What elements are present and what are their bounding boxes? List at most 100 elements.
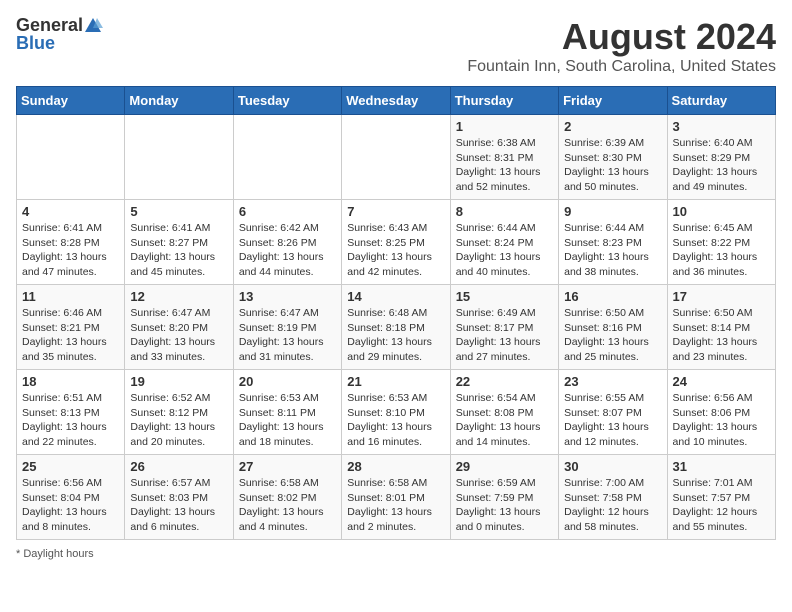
- logo-blue-text: Blue: [16, 34, 55, 52]
- calendar-cell: 31Sunrise: 7:01 AM Sunset: 7:57 PM Dayli…: [667, 455, 775, 540]
- calendar-cell: [342, 115, 450, 200]
- day-info: Sunrise: 6:51 AM Sunset: 8:13 PM Dayligh…: [22, 391, 119, 450]
- day-number: 20: [239, 374, 336, 389]
- day-info: Sunrise: 6:58 AM Sunset: 8:02 PM Dayligh…: [239, 476, 336, 535]
- calendar-cell: 13 Sunrise: 6:47 AM Sunset: 8:19 PM Dayli…: [233, 285, 341, 370]
- day-info: Sunrise: 6:41 AM Sunset: 8:27 PM Dayligh…: [130, 221, 227, 280]
- col-header-monday: Monday: [125, 87, 233, 115]
- calendar-cell: 17 Sunrise: 6:50 AM Sunset: 8:14 PM Dayli…: [667, 285, 775, 370]
- day-number: 21: [347, 374, 444, 389]
- calendar-cell: 28Sunrise: 6:58 AM Sunset: 8:01 PM Dayli…: [342, 455, 450, 540]
- day-info: Sunrise: 6:39 AM Sunset: 8:30 PM Dayligh…: [564, 136, 661, 195]
- day-number: 18: [22, 374, 119, 389]
- day-number: 25: [22, 459, 119, 474]
- day-number: 5: [130, 204, 227, 219]
- calendar-cell: 25Sunrise: 6:56 AM Sunset: 8:04 PM Dayli…: [17, 455, 125, 540]
- day-number: 19: [130, 374, 227, 389]
- calendar-body: 1 Sunrise: 6:38 AM Sunset: 8:31 PM Daylig…: [17, 115, 776, 540]
- day-info: Sunrise: 6:45 AM Sunset: 8:22 PM Dayligh…: [673, 221, 770, 280]
- calendar-cell: [125, 115, 233, 200]
- day-info: Sunrise: 6:40 AM Sunset: 8:29 PM Dayligh…: [673, 136, 770, 195]
- day-number: 28: [347, 459, 444, 474]
- day-info: Sunrise: 6:50 AM Sunset: 8:14 PM Dayligh…: [673, 306, 770, 365]
- header-row: SundayMondayTuesdayWednesdayThursdayFrid…: [17, 87, 776, 115]
- calendar-cell: [233, 115, 341, 200]
- calendar-cell: 5 Sunrise: 6:41 AM Sunset: 8:27 PM Daylig…: [125, 200, 233, 285]
- day-info: Sunrise: 6:44 AM Sunset: 8:23 PM Dayligh…: [564, 221, 661, 280]
- day-info: Sunrise: 6:46 AM Sunset: 8:21 PM Dayligh…: [22, 306, 119, 365]
- day-number: 2: [564, 119, 661, 134]
- day-info: Sunrise: 7:00 AM Sunset: 7:58 PM Dayligh…: [564, 476, 661, 535]
- main-title: August 2024: [467, 16, 776, 58]
- calendar-cell: 6 Sunrise: 6:42 AM Sunset: 8:26 PM Daylig…: [233, 200, 341, 285]
- calendar-cell: 9 Sunrise: 6:44 AM Sunset: 8:23 PM Daylig…: [559, 200, 667, 285]
- day-number: 24: [673, 374, 770, 389]
- day-number: 23: [564, 374, 661, 389]
- calendar-cell: 8 Sunrise: 6:44 AM Sunset: 8:24 PM Daylig…: [450, 200, 558, 285]
- logo-icon: [83, 16, 103, 34]
- calendar-cell: 26Sunrise: 6:57 AM Sunset: 8:03 PM Dayli…: [125, 455, 233, 540]
- calendar-week-4: 25Sunrise: 6:56 AM Sunset: 8:04 PM Dayli…: [17, 455, 776, 540]
- day-number: 7: [347, 204, 444, 219]
- day-number: 13: [239, 289, 336, 304]
- day-info: Sunrise: 6:47 AM Sunset: 8:19 PM Dayligh…: [239, 306, 336, 365]
- day-number: 11: [22, 289, 119, 304]
- day-number: 6: [239, 204, 336, 219]
- day-info: Sunrise: 6:53 AM Sunset: 8:11 PM Dayligh…: [239, 391, 336, 450]
- calendar-cell: 29 Sunrise: 6:59 AM Sunset: 7:59 PM Dayli…: [450, 455, 558, 540]
- calendar-table: SundayMondayTuesdayWednesdayThursdayFrid…: [16, 86, 776, 540]
- calendar-week-1: 4 Sunrise: 6:41 AM Sunset: 8:28 PM Daylig…: [17, 200, 776, 285]
- day-number: 12: [130, 289, 227, 304]
- day-number: 3: [673, 119, 770, 134]
- calendar-cell: 30 Sunrise: 7:00 AM Sunset: 7:58 PM Dayli…: [559, 455, 667, 540]
- calendar-cell: 20 Sunrise: 6:53 AM Sunset: 8:11 PM Dayli…: [233, 370, 341, 455]
- day-info: Sunrise: 6:48 AM Sunset: 8:18 PM Dayligh…: [347, 306, 444, 365]
- day-info: Sunrise: 6:47 AM Sunset: 8:20 PM Dayligh…: [130, 306, 227, 365]
- day-info: Sunrise: 6:59 AM Sunset: 7:59 PM Dayligh…: [456, 476, 553, 535]
- day-info: Sunrise: 6:56 AM Sunset: 8:06 PM Dayligh…: [673, 391, 770, 450]
- day-info: Sunrise: 6:49 AM Sunset: 8:17 PM Dayligh…: [456, 306, 553, 365]
- calendar-cell: 27 Sunrise: 6:58 AM Sunset: 8:02 PM Dayli…: [233, 455, 341, 540]
- day-number: 30: [564, 459, 661, 474]
- calendar-cell: [17, 115, 125, 200]
- footer-note: * Daylight hours: [16, 548, 776, 560]
- day-number: 16: [564, 289, 661, 304]
- day-number: 27: [239, 459, 336, 474]
- day-info: Sunrise: 6:38 AM Sunset: 8:31 PM Dayligh…: [456, 136, 553, 195]
- day-number: 8: [456, 204, 553, 219]
- calendar-week-2: 11 Sunrise: 6:46 AM Sunset: 8:21 PM Dayli…: [17, 285, 776, 370]
- day-number: 1: [456, 119, 553, 134]
- day-info: Sunrise: 6:44 AM Sunset: 8:24 PM Dayligh…: [456, 221, 553, 280]
- logo-general-text: General: [16, 16, 83, 34]
- calendar-cell: 10 Sunrise: 6:45 AM Sunset: 8:22 PM Dayli…: [667, 200, 775, 285]
- day-number: 22: [456, 374, 553, 389]
- day-number: 4: [22, 204, 119, 219]
- col-header-tuesday: Tuesday: [233, 87, 341, 115]
- calendar-cell: 3 Sunrise: 6:40 AM Sunset: 8:29 PM Daylig…: [667, 115, 775, 200]
- header: General Blue August 2024 Fountain Inn, S…: [16, 16, 776, 76]
- day-number: 14: [347, 289, 444, 304]
- day-info: Sunrise: 6:53 AM Sunset: 8:10 PM Dayligh…: [347, 391, 444, 450]
- calendar-cell: 23Sunrise: 6:55 AM Sunset: 8:07 PM Dayli…: [559, 370, 667, 455]
- day-number: 15: [456, 289, 553, 304]
- day-info: Sunrise: 7:01 AM Sunset: 7:57 PM Dayligh…: [673, 476, 770, 535]
- calendar-week-0: 1 Sunrise: 6:38 AM Sunset: 8:31 PM Daylig…: [17, 115, 776, 200]
- logo: General Blue: [16, 16, 103, 52]
- day-number: 10: [673, 204, 770, 219]
- day-number: 29: [456, 459, 553, 474]
- day-number: 9: [564, 204, 661, 219]
- calendar-cell: 21 Sunrise: 6:53 AM Sunset: 8:10 PM Dayli…: [342, 370, 450, 455]
- calendar-cell: 22Sunrise: 6:54 AM Sunset: 8:08 PM Dayli…: [450, 370, 558, 455]
- calendar-cell: 14 Sunrise: 6:48 AM Sunset: 8:18 PM Dayli…: [342, 285, 450, 370]
- day-info: Sunrise: 6:57 AM Sunset: 8:03 PM Dayligh…: [130, 476, 227, 535]
- day-number: 17: [673, 289, 770, 304]
- col-header-friday: Friday: [559, 87, 667, 115]
- day-info: Sunrise: 6:50 AM Sunset: 8:16 PM Dayligh…: [564, 306, 661, 365]
- calendar-cell: 18 Sunrise: 6:51 AM Sunset: 8:13 PM Dayli…: [17, 370, 125, 455]
- calendar-cell: 12 Sunrise: 6:47 AM Sunset: 8:20 PM Dayli…: [125, 285, 233, 370]
- day-info: Sunrise: 6:41 AM Sunset: 8:28 PM Dayligh…: [22, 221, 119, 280]
- calendar-cell: 19Sunrise: 6:52 AM Sunset: 8:12 PM Dayli…: [125, 370, 233, 455]
- day-info: Sunrise: 6:42 AM Sunset: 8:26 PM Dayligh…: [239, 221, 336, 280]
- col-header-saturday: Saturday: [667, 87, 775, 115]
- calendar-cell: 16 Sunrise: 6:50 AM Sunset: 8:16 PM Dayli…: [559, 285, 667, 370]
